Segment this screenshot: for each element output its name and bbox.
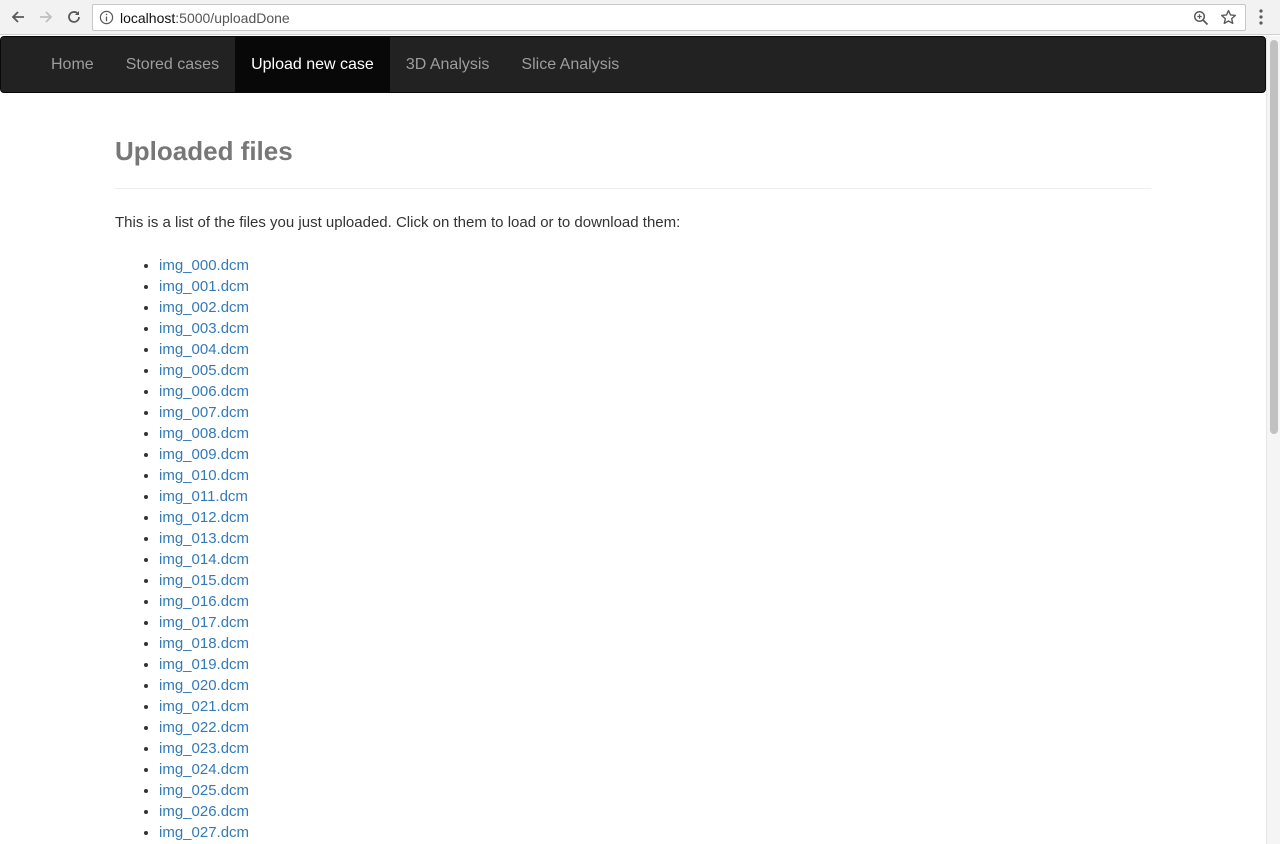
address-bar[interactable]: localhost:5000/uploadDone <box>92 4 1246 31</box>
file-link[interactable]: img_022.dcm <box>159 719 249 736</box>
file-link[interactable]: img_004.dcm <box>159 341 249 358</box>
url-path: :5000/uploadDone <box>175 10 290 26</box>
list-item: img_023.dcm <box>159 738 1151 759</box>
browser-toolbar: localhost:5000/uploadDone <box>0 0 1280 35</box>
list-item: img_012.dcm <box>159 507 1151 528</box>
list-item: img_016.dcm <box>159 591 1151 612</box>
list-item: img_019.dcm <box>159 654 1151 675</box>
list-item: img_020.dcm <box>159 675 1151 696</box>
nav-list: Home Stored cases Upload new case 3D Analys… <box>1 37 1265 92</box>
list-item: img_010.dcm <box>159 465 1151 486</box>
forward-arrow-icon[interactable] <box>34 5 58 29</box>
file-link[interactable]: img_001.dcm <box>159 278 249 295</box>
list-item: img_014.dcm <box>159 549 1151 570</box>
list-item: img_015.dcm <box>159 570 1151 591</box>
file-link[interactable]: img_013.dcm <box>159 530 249 547</box>
file-link[interactable]: img_007.dcm <box>159 404 249 421</box>
file-link[interactable]: img_016.dcm <box>159 593 249 610</box>
nav-item-slice-analysis[interactable]: Slice Analysis <box>505 37 635 92</box>
file-link[interactable]: img_000.dcm <box>159 257 249 274</box>
file-link[interactable]: img_021.dcm <box>159 698 249 715</box>
list-item: img_026.dcm <box>159 801 1151 822</box>
file-link[interactable]: img_011.dcm <box>159 488 248 505</box>
file-link[interactable]: img_009.dcm <box>159 446 249 463</box>
list-item: img_006.dcm <box>159 381 1151 402</box>
page-title: Uploaded files <box>115 136 293 166</box>
file-link[interactable]: img_026.dcm <box>159 803 249 820</box>
star-icon[interactable] <box>1220 9 1237 26</box>
file-link[interactable]: img_025.dcm <box>159 782 249 799</box>
list-item: img_004.dcm <box>159 339 1151 360</box>
nav-item-3d-analysis[interactable]: 3D Analysis <box>390 37 506 92</box>
back-arrow-icon[interactable] <box>6 5 30 29</box>
list-item: img_011.dcm <box>159 486 1151 507</box>
list-item: img_003.dcm <box>159 318 1151 339</box>
nav-item-stored-cases[interactable]: Stored cases <box>110 37 235 92</box>
info-icon[interactable] <box>99 10 114 25</box>
zoom-icon[interactable] <box>1193 10 1209 26</box>
list-item: img_024.dcm <box>159 759 1151 780</box>
list-item: img_025.dcm <box>159 780 1151 801</box>
list-item: img_013.dcm <box>159 528 1151 549</box>
file-link[interactable]: img_012.dcm <box>159 509 249 526</box>
url-text: localhost:5000/uploadDone <box>120 10 290 26</box>
main-content: Uploaded files This is a list of the fil… <box>115 93 1151 843</box>
url-host: localhost <box>120 10 176 26</box>
list-item: img_005.dcm <box>159 360 1151 381</box>
file-link[interactable]: img_020.dcm <box>159 677 249 694</box>
file-link[interactable]: img_003.dcm <box>159 320 249 337</box>
list-item: img_009.dcm <box>159 444 1151 465</box>
list-item: img_018.dcm <box>159 633 1151 654</box>
file-link[interactable]: img_024.dcm <box>159 761 249 778</box>
file-link[interactable]: img_027.dcm <box>159 824 249 841</box>
menu-kebab-icon[interactable] <box>1256 8 1266 26</box>
page-scrollbar[interactable] <box>1266 36 1280 844</box>
file-link[interactable]: img_018.dcm <box>159 635 249 652</box>
file-list: img_000.dcm img_001.dcm img_002.dcm img_003… <box>115 255 1151 843</box>
list-item: img_022.dcm <box>159 717 1151 738</box>
list-item: img_002.dcm <box>159 297 1151 318</box>
list-item: img_021.dcm <box>159 696 1151 717</box>
list-item: img_001.dcm <box>159 276 1151 297</box>
intro-text: This is a list of the files you just upl… <box>115 214 681 231</box>
list-item: img_008.dcm <box>159 423 1151 444</box>
file-link[interactable]: img_017.dcm <box>159 614 249 631</box>
reload-icon[interactable] <box>62 5 86 29</box>
file-link[interactable]: img_014.dcm <box>159 551 249 568</box>
scrollbar-thumb[interactable] <box>1270 40 1278 434</box>
file-link[interactable]: img_023.dcm <box>159 740 249 757</box>
main-navbar: Home Stored cases Upload new case 3D Analys… <box>0 36 1266 93</box>
file-link[interactable]: img_002.dcm <box>159 299 249 316</box>
list-item: img_007.dcm <box>159 402 1151 423</box>
title-divider <box>115 188 1151 189</box>
file-link[interactable]: img_006.dcm <box>159 383 249 400</box>
list-item: img_000.dcm <box>159 255 1151 276</box>
list-item: img_017.dcm <box>159 612 1151 633</box>
file-link[interactable]: img_010.dcm <box>159 467 249 484</box>
file-link[interactable]: img_015.dcm <box>159 572 249 589</box>
file-link[interactable]: img_019.dcm <box>159 656 249 673</box>
nav-item-upload-new-case[interactable]: Upload new case <box>235 37 390 92</box>
file-link[interactable]: img_005.dcm <box>159 362 249 379</box>
nav-item-home[interactable]: Home <box>35 37 110 92</box>
file-link[interactable]: img_008.dcm <box>159 425 249 442</box>
list-item: img_027.dcm <box>159 822 1151 843</box>
